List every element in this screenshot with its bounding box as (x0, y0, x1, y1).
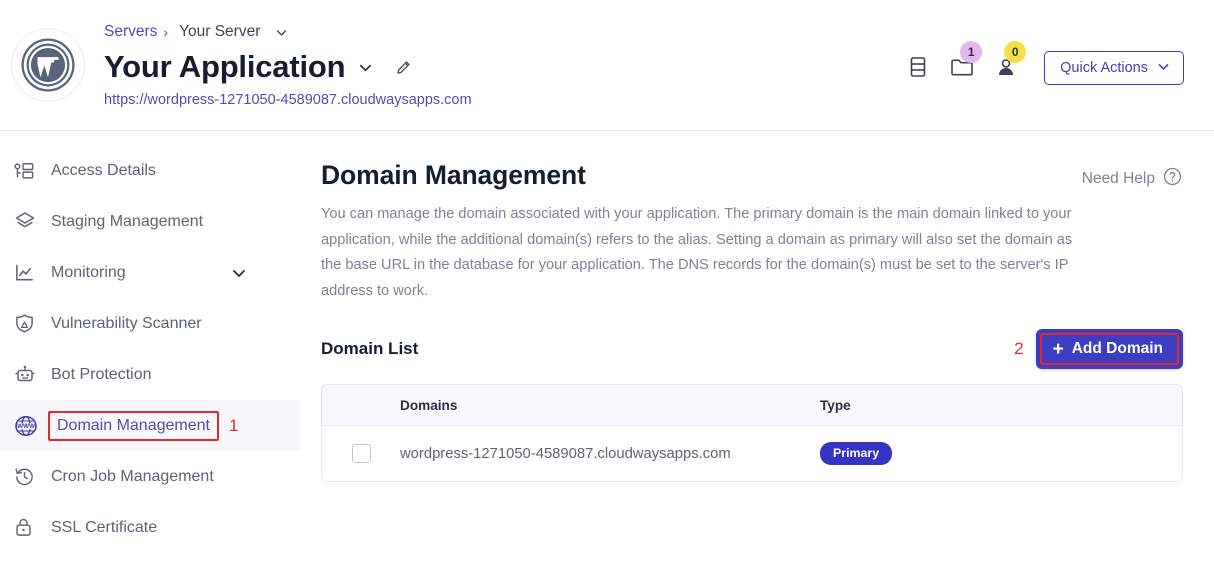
sidebar-item-staging-management[interactable]: Staging Management (0, 196, 300, 247)
user-button[interactable]: 0 (984, 50, 1028, 86)
sidebar-item-cron-job-management[interactable]: Cron Job Management (0, 451, 300, 502)
main-header-row: Domain Management Need Help (321, 158, 1183, 192)
wordpress-logo-icon (20, 37, 76, 93)
www-globe-icon: WWW (14, 414, 40, 438)
step-number-1: 1 (229, 416, 238, 436)
app-title-chevron-down-icon[interactable] (358, 60, 373, 75)
page-description: You can manage the domain associated wit… (321, 202, 1083, 304)
table-header-row: Domains Type (322, 385, 1182, 426)
breadcrumb-chevron-down-icon[interactable] (275, 26, 288, 39)
clock-history-icon (14, 465, 40, 489)
sidebar-item-label: Bot Protection (51, 366, 152, 384)
sidebar-item-label: Monitoring (51, 264, 126, 282)
need-help-link[interactable]: Need Help (1082, 167, 1182, 191)
status-badge: Primary (820, 442, 892, 465)
sidebar-item-access-details[interactable]: Access Details (0, 145, 300, 196)
table-cell-type: Primary (820, 442, 1182, 465)
breadcrumb-current: Your Server (179, 22, 260, 42)
add-domain-label: Add Domain (1072, 340, 1163, 358)
layers-icon (14, 210, 40, 234)
robot-icon (14, 363, 40, 387)
sidebar-item-label: Cron Job Management (51, 468, 214, 486)
row-checkbox[interactable] (352, 444, 371, 463)
breadcrumb-servers-link[interactable]: Servers (104, 22, 157, 42)
sidebar-item-monitoring[interactable]: Monitoring (0, 247, 300, 298)
need-help-label: Need Help (1082, 170, 1155, 188)
sidebar-item-label: SSL Certificate (51, 519, 157, 537)
sidebar-item-label: Domain Management (48, 411, 219, 441)
sidebar-item-bot-protection[interactable]: Bot Protection (0, 349, 300, 400)
sidebar-item-label: Vulnerability Scanner (51, 315, 202, 333)
quick-actions-button[interactable]: Quick Actions (1044, 51, 1184, 85)
sidebar: Access Details Staging Management Monito… (0, 131, 300, 576)
table-header-domains: Domains (400, 398, 820, 413)
domain-list-title: Domain List (321, 339, 418, 359)
sidebar-item-label: Staging Management (51, 213, 203, 231)
table-row: wordpress-1271050-4589087.cloudwaysapps.… (322, 426, 1182, 481)
app-logo (11, 28, 85, 102)
app-header: Servers › Your Server Your Application h… (0, 0, 1214, 131)
plus-icon: + (1053, 340, 1064, 359)
quick-actions-label: Quick Actions (1060, 60, 1148, 76)
app-url-link[interactable]: https://wordpress-1271050-4589087.cloudw… (104, 91, 472, 109)
add-domain-button-wrapper: + Add Domain (1036, 329, 1183, 369)
sidebar-item-ssl-certificate[interactable]: SSL Certificate (0, 502, 300, 553)
header-text-block: Servers › Your Server Your Application h… (104, 22, 472, 109)
app-title-row: Your Application (104, 45, 472, 89)
lock-icon (14, 516, 40, 540)
pencil-icon[interactable] (395, 59, 412, 76)
table-header-type: Type (820, 398, 1182, 413)
shield-scan-icon (14, 312, 40, 336)
page-title: Domain Management (321, 158, 586, 192)
key-list-icon (14, 159, 40, 183)
question-circle-icon (1163, 167, 1182, 191)
body-wrapper: Access Details Staging Management Monito… (0, 131, 1214, 576)
svg-text:WWW: WWW (17, 423, 35, 430)
domain-table: Domains Type wordpress-1271050-4589087.c… (321, 384, 1183, 482)
table-row-checkbox-cell (322, 444, 400, 463)
sidebar-monitoring-chevron-down-icon[interactable] (231, 265, 247, 281)
sidebar-item-label: Access Details (51, 162, 156, 180)
domain-list-header: Domain List 2 + Add Domain (321, 329, 1183, 369)
main-content: Domain Management Need Help You can mana… (300, 131, 1214, 576)
chart-line-icon (14, 261, 40, 285)
add-domain-button[interactable]: + Add Domain (1040, 333, 1179, 365)
page-app-title: Your Application (104, 47, 345, 87)
sidebar-item-vulnerability-scanner[interactable]: Vulnerability Scanner (0, 298, 300, 349)
sidebar-item-domain-management[interactable]: WWW Domain Management 1 (0, 400, 300, 451)
folder-badge-count: 1 (960, 41, 982, 63)
step-number-2: 2 (1014, 339, 1023, 359)
quick-actions-chevron-down-icon (1157, 60, 1170, 77)
breadcrumb-separator: › (163, 22, 168, 42)
database-icon (908, 56, 928, 81)
database-button[interactable] (896, 50, 940, 86)
breadcrumb: Servers › Your Server (104, 22, 472, 42)
table-cell-domain: wordpress-1271050-4589087.cloudwaysapps.… (400, 446, 820, 462)
header-actions: 1 0 Quick Actions (896, 50, 1184, 86)
folder-button[interactable]: 1 (940, 50, 984, 86)
user-badge-count: 0 (1004, 41, 1026, 63)
add-domain-area: 2 + Add Domain (1014, 329, 1183, 369)
